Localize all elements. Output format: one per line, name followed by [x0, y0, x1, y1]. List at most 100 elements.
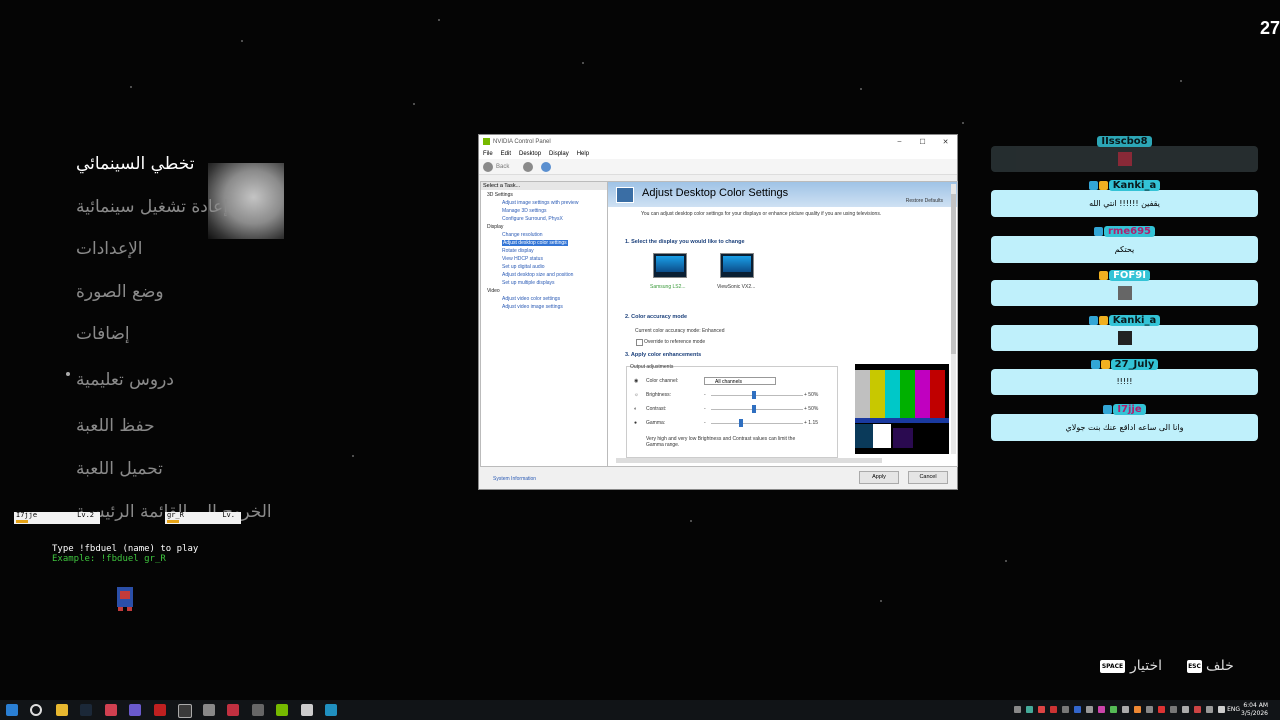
player1-hp-bar [16, 520, 28, 523]
chat-text: !!!!! [1116, 377, 1133, 386]
chat-username: Kanki_a [1108, 180, 1161, 191]
menu-help[interactable]: Help [577, 151, 589, 157]
tray-icon[interactable] [1206, 706, 1213, 713]
app-icon[interactable] [227, 704, 239, 716]
forward-arrow-icon[interactable] [523, 161, 534, 172]
tray-icon[interactable] [1122, 706, 1129, 713]
horizontal-scrollbar[interactable] [616, 458, 882, 463]
tray-icon[interactable] [1158, 706, 1165, 713]
steam-icon[interactable] [80, 704, 92, 716]
tree-category-video[interactable]: Video [487, 288, 500, 294]
restore-defaults-link[interactable]: Restore Defaults [906, 198, 943, 204]
chat-text: وانا الى ساعه اداقع عنك بنت جولاي [1065, 423, 1184, 432]
cancel-button[interactable]: Cancel [908, 471, 948, 484]
menu-file[interactable]: File [483, 151, 493, 157]
tree-item-video-image[interactable]: Adjust video image settings [502, 304, 563, 310]
menu-item-replay-cinematic[interactable]: إعادة تشغيل سينمائية [76, 197, 228, 217]
settings-pane: Adjust Desktop Color Settings Restore De… [607, 181, 958, 467]
tree-category-display[interactable]: Display [487, 224, 503, 230]
tree-item-desktop-size[interactable]: Adjust desktop size and position [502, 272, 573, 278]
back-arrow-icon[interactable] [483, 161, 493, 172]
player2-level: Lv. [222, 511, 235, 519]
tree-item-adjust-image-settings[interactable]: Adjust image settings with preview [502, 200, 578, 206]
monitor-icon-2[interactable] [720, 253, 754, 278]
tree-item-multiple-displays[interactable]: Set up multiple displays [502, 280, 555, 286]
tray-icon[interactable] [1086, 706, 1093, 713]
menu-display[interactable]: Display [549, 151, 569, 157]
tree-item-manage-3d-settings[interactable]: Manage 3D settings [502, 208, 546, 214]
brightness-slider[interactable] [711, 395, 803, 396]
override-checkbox[interactable] [636, 339, 643, 346]
back-label[interactable]: Back [496, 164, 509, 170]
system-information-link[interactable]: System Information [493, 476, 536, 482]
tray-icon[interactable] [1182, 706, 1189, 713]
app-icon[interactable] [203, 704, 215, 716]
tray-icon[interactable] [1146, 706, 1153, 713]
tray-icon[interactable] [1050, 706, 1057, 713]
tree-item-rotate-display[interactable]: Rotate display [502, 248, 534, 254]
menu-item-save-game[interactable]: حفظ اللعبة [76, 416, 155, 436]
menu-item-skip-cinematic[interactable]: تخطي السينمائي [76, 154, 194, 174]
brightness-thumb[interactable] [752, 391, 756, 399]
menu-edit[interactable]: Edit [501, 151, 511, 157]
vertical-scrollbar[interactable] [951, 184, 956, 454]
player2-hp-bar [167, 520, 179, 523]
tree-item-adjust-desktop-color[interactable]: Adjust desktop color settings [502, 240, 568, 246]
display2-label[interactable]: ViewSonic VX2... [717, 284, 755, 290]
color-channel-dropdown[interactable]: All channels [704, 377, 776, 385]
select-hint[interactable]: اختيار [1130, 658, 1162, 674]
app-icon[interactable] [325, 704, 337, 716]
start-icon[interactable] [6, 704, 18, 716]
menu-item-addons[interactable]: إضافات [76, 324, 130, 344]
tray-icon[interactable] [1074, 706, 1081, 713]
tray-icon[interactable] [1134, 706, 1141, 713]
discord-icon[interactable] [129, 704, 141, 716]
home-icon[interactable] [541, 161, 552, 172]
system-clock[interactable]: 6:04 AM 3/5/2026 [1241, 702, 1268, 718]
tray-icon[interactable] [1014, 706, 1021, 713]
search-icon[interactable] [30, 704, 42, 716]
menu-desktop[interactable]: Desktop [519, 151, 541, 157]
contrast-slider[interactable] [711, 409, 803, 410]
apply-button[interactable]: Apply [859, 471, 899, 484]
tray-icon[interactable] [1170, 706, 1177, 713]
tree-item-view-hdcp[interactable]: View HDCP status [502, 256, 543, 262]
app-icon[interactable] [105, 704, 117, 716]
nvidia-taskbar-icon[interactable] [276, 704, 288, 716]
pixel-character-icon [117, 587, 133, 611]
tree-item-digital-audio[interactable]: Set up digital audio [502, 264, 545, 270]
gamma-note: Very high and very low Brightness and Co… [646, 436, 796, 448]
app-icon[interactable] [252, 704, 264, 716]
language-indicator[interactable]: ENG [1227, 706, 1240, 713]
volume-icon[interactable] [1218, 706, 1225, 713]
menu-item-settings[interactable]: الإعدادات [76, 239, 143, 259]
contrast-thumb[interactable] [752, 405, 756, 413]
tray-icon[interactable] [1026, 706, 1033, 713]
monitor-icon-1[interactable] [653, 253, 687, 278]
gamma-slider[interactable] [711, 423, 803, 424]
tray-icon[interactable] [1194, 706, 1201, 713]
app-icon[interactable] [154, 704, 166, 716]
maximize-button[interactable]: ☐ [911, 138, 934, 146]
tree-item-change-resolution[interactable]: Change resolution [502, 232, 543, 238]
app-icon[interactable] [301, 704, 313, 716]
back-hint[interactable]: خلف [1206, 658, 1234, 674]
clock-time: 6:04 AM [1243, 702, 1268, 709]
obs-icon[interactable] [178, 704, 192, 718]
tray-icon[interactable] [1038, 706, 1045, 713]
close-button[interactable]: ✕ [934, 138, 957, 146]
minimize-button[interactable]: – [888, 138, 911, 146]
menu-item-photo-mode[interactable]: وضع الصورة [76, 282, 164, 302]
tree-item-video-color[interactable]: Adjust video color settings [502, 296, 560, 302]
tree-category-3d-settings[interactable]: 3D Settings [487, 192, 513, 198]
tray-icon[interactable] [1098, 706, 1105, 713]
display1-label[interactable]: Samsung LS2... [650, 284, 686, 290]
chat-username: IIsscbo8 [1097, 136, 1152, 147]
tray-icon[interactable] [1110, 706, 1117, 713]
menu-item-load-game[interactable]: تحميل اللعبة [76, 459, 163, 479]
tray-icon[interactable] [1062, 706, 1069, 713]
gamma-thumb[interactable] [739, 419, 743, 427]
tree-item-configure-surround[interactable]: Configure Surround, PhysX [502, 216, 563, 222]
file-explorer-icon[interactable] [56, 704, 68, 716]
menu-item-tutorials[interactable]: دروس تعليمية [76, 370, 174, 390]
